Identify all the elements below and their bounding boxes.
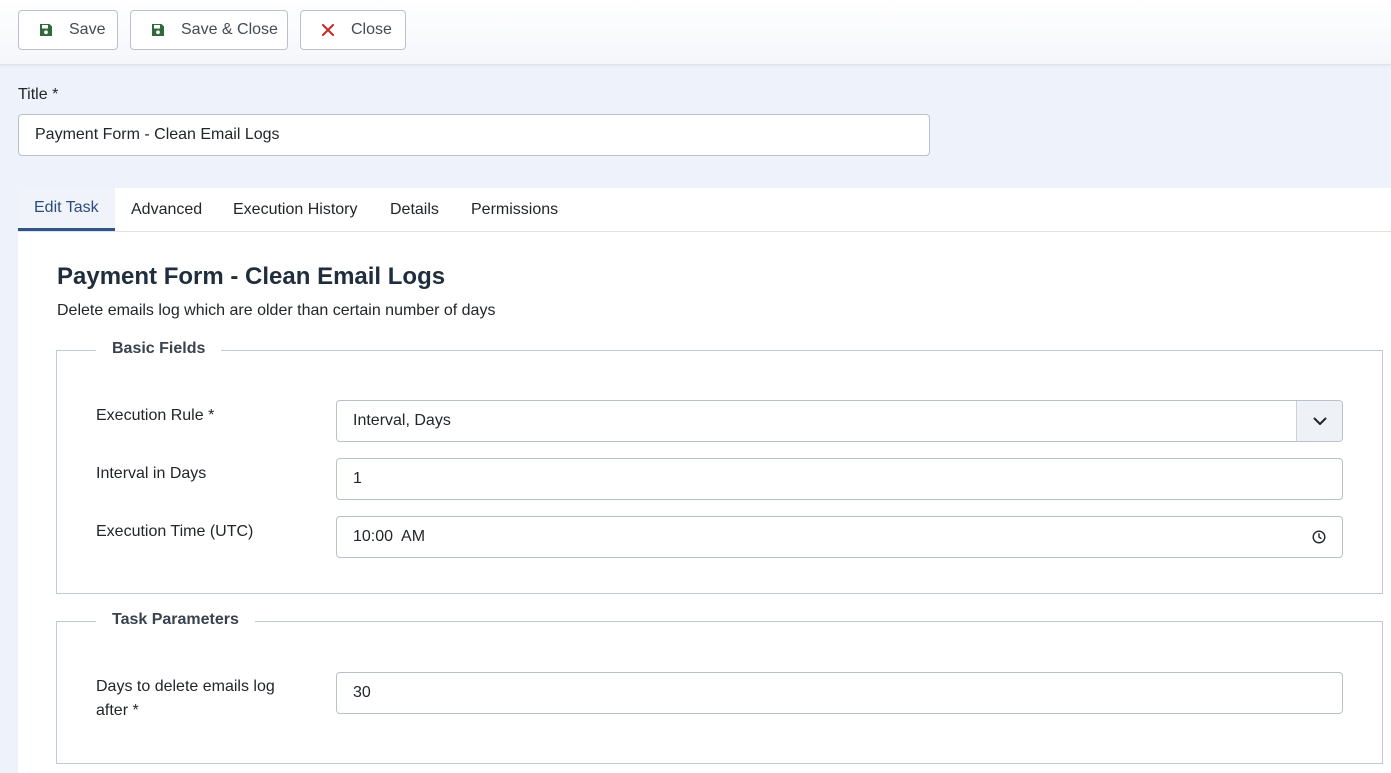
interval-days-label: Interval in Days (96, 465, 207, 482)
days-to-delete-label: Days to delete emails log after * (96, 678, 275, 719)
tab-edit-task[interactable]: Edit Task (18, 188, 115, 231)
execution-rule-value: Interval, Days (353, 412, 451, 429)
task-parameters-group: Task Parameters Days to delete emails lo… (56, 611, 1383, 764)
title-label: Title * (18, 86, 59, 103)
execution-time-input[interactable]: 10:00 AM (336, 516, 1343, 558)
basic-fields-legend: Basic Fields (96, 340, 222, 358)
tab-execution-history[interactable]: Execution History (217, 188, 374, 231)
tab-details[interactable]: Details (374, 188, 455, 231)
close-button-label: Close (351, 21, 392, 38)
floppy-disk-icon (35, 23, 57, 37)
execution-rule-label: Execution Rule * (96, 407, 215, 424)
execution-time-value: 10:00 AM (353, 528, 426, 545)
days-to-delete-input[interactable]: 30 (336, 672, 1343, 714)
floppy-disk-icon (147, 23, 169, 37)
tab-permissions[interactable]: Permissions (455, 188, 574, 231)
task-parameters-legend: Task Parameters (96, 611, 255, 629)
execution-time-label: Execution Time (UTC) (96, 523, 254, 540)
tab-bar: Edit Task Advanced Execution History Det… (18, 188, 1391, 232)
save-button[interactable]: Save (18, 10, 118, 50)
close-button[interactable]: Close (300, 10, 406, 50)
chevron-down-icon[interactable] (1296, 401, 1342, 441)
task-description: Delete emails log which are older than c… (57, 302, 496, 319)
close-x-icon (317, 24, 339, 36)
basic-fields-group: Basic Fields Execution Rule * Interval, … (56, 340, 1383, 594)
interval-days-input[interactable]: 1 (336, 458, 1343, 500)
clock-icon[interactable] (1312, 530, 1326, 549)
title-input[interactable]: Payment Form - Clean Email Logs (18, 114, 930, 156)
tab-advanced[interactable]: Advanced (115, 188, 218, 231)
execution-rule-select[interactable]: Interval, Days (336, 400, 1343, 442)
toolbar: Save Save & Close Close (0, 0, 1391, 65)
save-button-label: Save (69, 21, 106, 38)
save-close-button[interactable]: Save & Close (130, 10, 288, 50)
task-heading: Payment Form - Clean Email Logs (57, 263, 446, 290)
task-edit-card: Edit Task Advanced Execution History Det… (18, 188, 1391, 773)
save-close-button-label: Save & Close (181, 21, 278, 38)
